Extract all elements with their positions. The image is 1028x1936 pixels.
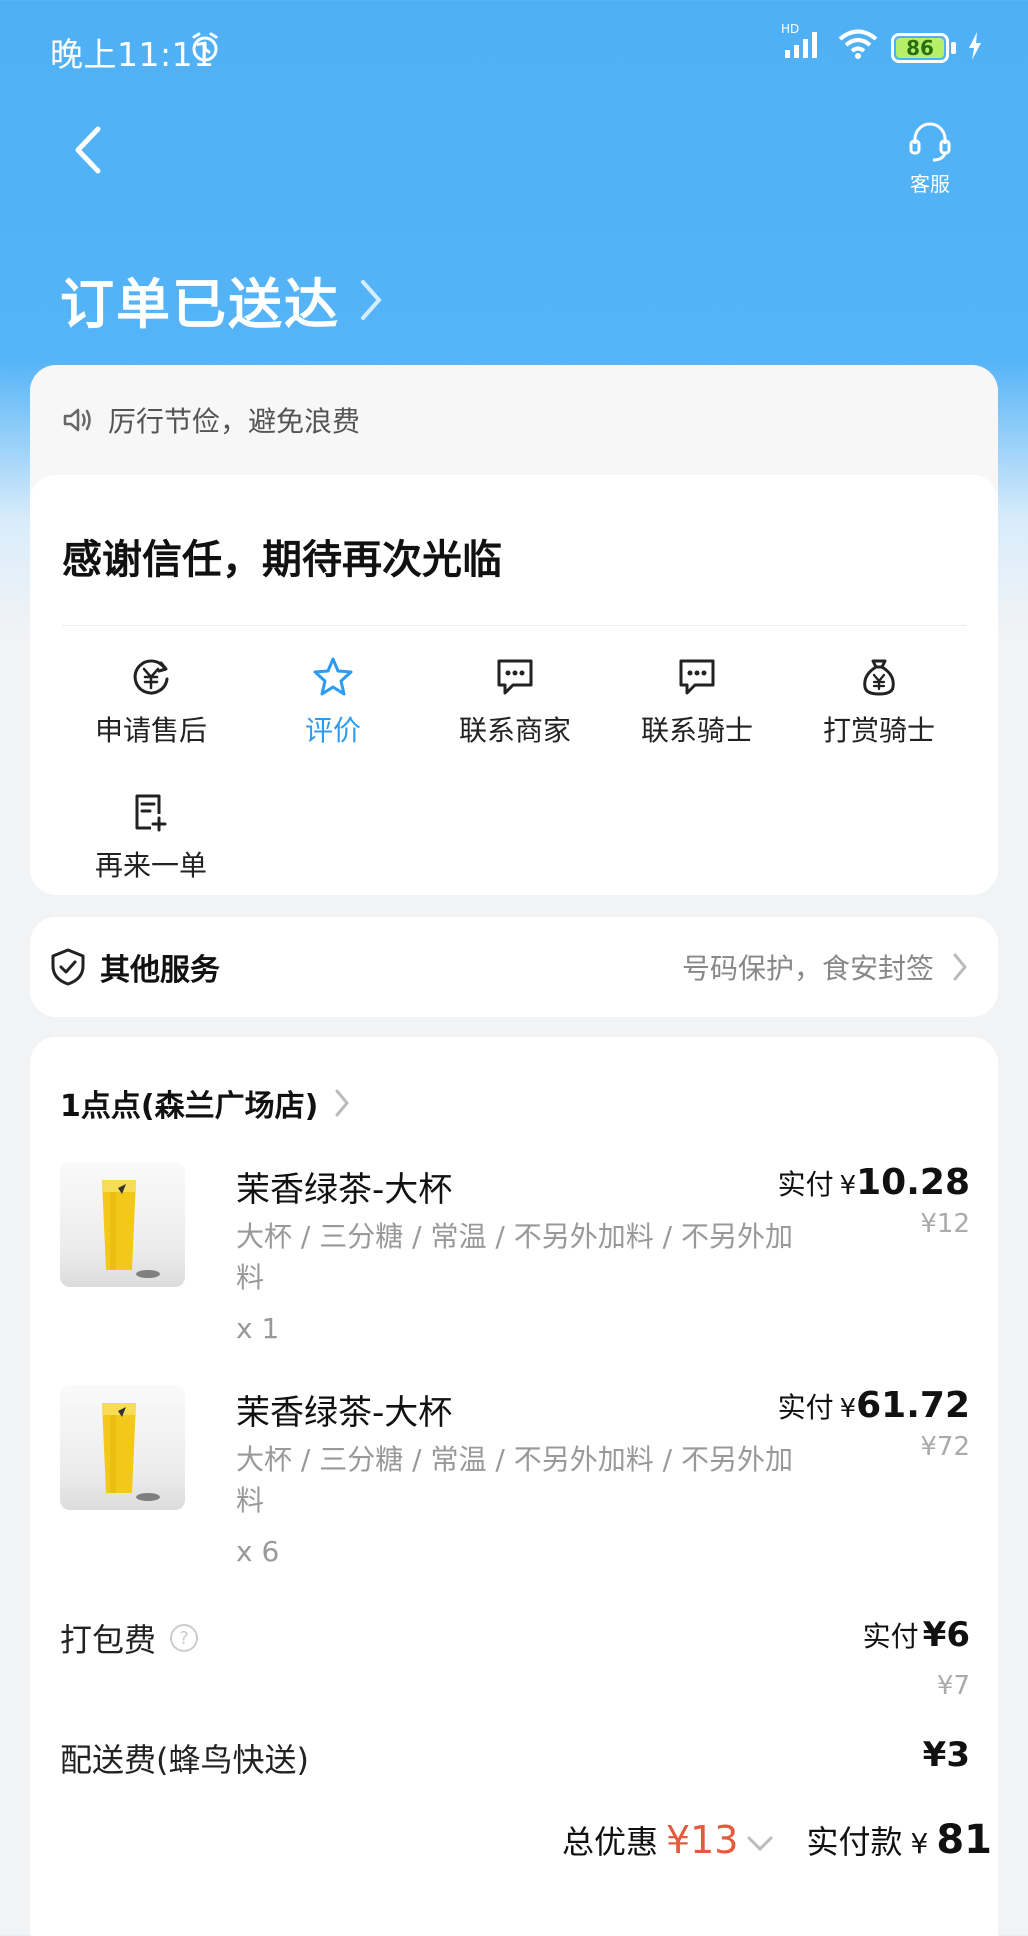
item-spec: 大杯 / 三分糖 / 常温 / 不另外加料 / 不另外加料 — [236, 1443, 793, 1517]
chevron-down-icon[interactable] — [746, 1823, 774, 1861]
action-label: 打赏骑士 — [822, 714, 935, 747]
alarm-icon — [188, 30, 222, 72]
paid-label: 实付 — [777, 1391, 834, 1424]
item-qty: x 1 — [236, 1312, 280, 1345]
delivery-fee-amount: ¥3 — [922, 1735, 970, 1775]
help-icon[interactable]: ? — [170, 1624, 199, 1652]
chevron-right-icon — [335, 1089, 350, 1117]
charging-icon — [968, 29, 982, 68]
chat-icon — [497, 659, 533, 695]
refund-icon — [133, 659, 169, 695]
original-price: ¥12 — [920, 1209, 970, 1239]
currency: ¥ — [839, 1171, 857, 1201]
original-price: ¥72 — [920, 1432, 970, 1462]
store-name-link[interactable]: 1点点(森兰广场店) — [60, 1081, 350, 1125]
order-item[interactable]: 茉香绿茶-大杯 大杯 / 三分糖 / 常温 / 不另外加料 / 不另外加料 x … — [60, 1385, 970, 1585]
order-item[interactable]: 茉香绿茶-大杯 大杯 / 三分糖 / 常温 / 不另外加料 / 不另外加料 x … — [60, 1162, 970, 1362]
speaker-icon — [63, 408, 91, 432]
delivery-fee-label: 配送费(蜂鸟快送) — [60, 1741, 309, 1779]
item-name: 茉香绿茶-大杯 — [236, 1393, 453, 1433]
paid-label: 实付 — [862, 1620, 919, 1653]
notice-bar: 厉行节俭，避免浪费 — [30, 365, 998, 475]
status-bar: 晚上11:11 HD 86 — [0, 0, 1028, 96]
back-arrow-icon — [75, 126, 101, 174]
action-label: 再来一单 — [94, 849, 207, 882]
chevron-right-icon — [361, 279, 382, 320]
chevron-right-icon — [953, 953, 967, 981]
order-status-title[interactable]: 订单已送达 — [60, 260, 384, 339]
action-label: 联系商家 — [458, 714, 571, 747]
back-button[interactable] — [70, 125, 120, 185]
signal-hd-label: HD — [781, 22, 800, 36]
headset-icon — [909, 122, 951, 162]
packing-fee-original: ¥7 — [936, 1671, 970, 1701]
apply-after-sale-button[interactable]: 申请售后 — [60, 655, 242, 749]
currency: ¥ — [839, 1394, 857, 1424]
packing-fee-amount: ¥6 — [922, 1615, 970, 1655]
chat-icon — [679, 659, 715, 695]
customer-service-label: 客服 — [910, 172, 950, 196]
item-qty: x 6 — [236, 1535, 280, 1568]
order-status-text: 订单已送达 — [60, 273, 340, 336]
order-summary-card: 厉行节俭，避免浪费 感谢信任，期待再次光临 申请售后 评价 联系商家 联系骑士 — [30, 365, 998, 895]
discount-amount: ¥13 — [665, 1818, 739, 1862]
item-price: 实付 ¥61.72 ¥72 — [778, 1385, 970, 1462]
action-label: 申请售后 — [94, 714, 207, 747]
reorder-icon — [135, 794, 167, 832]
action-label: 评价 — [304, 714, 361, 747]
tip-rider-button[interactable]: 打赏骑士 — [788, 655, 970, 749]
total-row: 总优惠 ¥13 实付款 ¥ 81 — [562, 1817, 992, 1863]
delivery-fee-row: 配送费(蜂鸟快送) ¥3 — [60, 1735, 970, 1781]
paid-label: 实付 — [777, 1168, 834, 1201]
contact-rider-button[interactable]: 联系骑士 — [606, 655, 788, 749]
item-spec: 大杯 / 三分糖 / 常温 / 不另外加料 / 不另外加料 — [236, 1220, 793, 1294]
order-details-card: 1点点(森兰广场店) 茉香绿茶-大杯 大杯 / 三分糖 / 常温 / 不另外加料… — [30, 1037, 998, 1936]
other-services-row[interactable]: 其他服务 号码保护，食安封签 — [30, 917, 998, 1017]
battery-icon: 86 — [891, 33, 949, 63]
currency: ¥ — [910, 1827, 929, 1860]
action-label: 联系骑士 — [640, 714, 753, 747]
item-name: 茉香绿茶-大杯 — [236, 1170, 453, 1210]
customer-service-button[interactable]: 客服 — [900, 122, 960, 197]
review-button[interactable]: 评价 — [242, 655, 424, 749]
notice-text: 厉行节俭，避免浪费 — [108, 405, 361, 438]
star-icon — [313, 657, 353, 696]
services-title: 其他服务 — [100, 953, 220, 988]
paid-amount: 61.72 — [856, 1385, 970, 1426]
reorder-button[interactable]: 再来一单 — [60, 790, 242, 884]
wifi-icon — [837, 28, 879, 68]
divider — [62, 625, 966, 626]
paid-total-amount: 81 — [936, 1817, 992, 1863]
services-desc: 号码保护，食安封签 — [681, 952, 934, 985]
product-image — [60, 1385, 185, 1510]
packing-fee-row: 打包费 ? 实付 ¥6 ¥7 — [60, 1615, 970, 1701]
product-image — [60, 1162, 185, 1287]
item-price: 实付 ¥10.28 ¥12 — [778, 1162, 970, 1239]
thanks-card: 感谢信任，期待再次光临 申请售后 评价 联系商家 联系骑士 打赏骑士 再来一单 — [30, 475, 998, 895]
shield-check-icon — [51, 948, 85, 986]
money-bag-icon — [863, 659, 895, 696]
signal-icon: HD — [781, 22, 825, 68]
paid-amount: 10.28 — [856, 1162, 970, 1203]
battery-level: 86 — [906, 36, 934, 60]
discount-label: 总优惠 — [561, 1823, 658, 1861]
store-name: 1点点(森兰广场店) — [60, 1089, 319, 1124]
thanks-title: 感谢信任，期待再次光临 — [62, 537, 502, 583]
packing-fee-label: 打包费 — [60, 1621, 157, 1659]
paid-total-label: 实付款 — [806, 1823, 903, 1861]
contact-merchant-button[interactable]: 联系商家 — [424, 655, 606, 749]
